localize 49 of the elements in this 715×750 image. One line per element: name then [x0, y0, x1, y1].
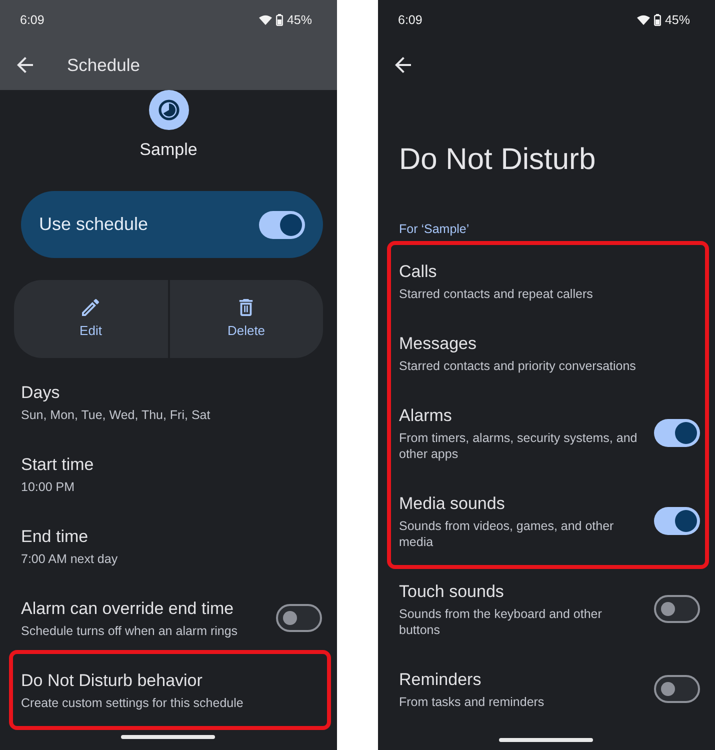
setting-description: Starred contacts and priority conversations: [399, 358, 637, 374]
toggle-switch[interactable]: [654, 507, 700, 535]
setting-title[interactable]: Do Not Disturb behavior: [21, 669, 322, 693]
setting-description: Sounds from the keyboard and other buttons: [399, 606, 603, 638]
setting-title[interactable]: Calls: [399, 260, 700, 284]
main-switch-card[interactable]: Use schedule: [21, 191, 323, 258]
page-title: Do Not Disturb: [399, 142, 597, 178]
setting-description: Create custom settings for this schedule: [21, 695, 244, 711]
battery-percent: 45%: [664, 13, 690, 27]
setting-description: Sounds from videos, games, and other media: [399, 518, 615, 550]
toggle-switch[interactable]: [654, 419, 700, 447]
delete-button[interactable]: Delete: [168, 280, 323, 358]
setting-title[interactable]: Touch sounds: [399, 580, 646, 604]
toggle-switch[interactable]: [259, 210, 305, 238]
back-arrow-icon[interactable]: [395, 57, 411, 73]
wifi-icon: [258, 15, 272, 25]
clock-icon: [148, 90, 188, 130]
back-arrow-icon[interactable]: [17, 57, 33, 73]
setting-description: From timers, alarms, security systems, and other apps: [399, 430, 638, 462]
setting-description: 7:00 AM next day: [21, 551, 119, 567]
setting-title[interactable]: Alarm can override end time: [21, 597, 268, 621]
setting-description: Starred contacts and repeat callers: [399, 286, 594, 302]
screen-title: Schedule: [67, 54, 140, 76]
status-time: 6:09: [20, 13, 44, 27]
battery-icon: [654, 14, 661, 26]
setting-title[interactable]: Days: [21, 381, 322, 405]
setting-title[interactable]: Start time: [21, 453, 322, 477]
setting-title[interactable]: Alarms: [399, 404, 646, 428]
wifi-icon: [636, 15, 650, 25]
setting-title[interactable]: End time: [21, 525, 322, 549]
setting-title[interactable]: Media sounds: [399, 492, 646, 516]
trash-icon: [239, 299, 254, 316]
pencil-icon: [82, 299, 100, 316]
battery-icon: [276, 14, 283, 26]
toggle-switch[interactable]: [654, 595, 700, 623]
setting-description: Sun, Mon, Tue, Wed, Thu, Fri, Sat: [21, 407, 212, 423]
setting-title[interactable]: Messages: [399, 332, 700, 356]
battery-percent: 45%: [286, 13, 312, 27]
setting-description: Schedule turns off when an alarm rings: [21, 623, 239, 639]
schedule-name: Sample: [140, 139, 198, 161]
edit-button[interactable]: Edit: [14, 280, 168, 358]
section-label: For ‘Sample’: [399, 221, 470, 238]
setting-title[interactable]: Reminders: [399, 668, 646, 692]
switch-label: Use schedule: [39, 214, 148, 235]
status-time: 6:09: [398, 13, 422, 27]
toggle-switch[interactable]: [276, 604, 322, 632]
setting-description: 10:00 PM: [21, 479, 76, 495]
setting-description: From tasks and reminders: [399, 694, 546, 710]
toggle-switch[interactable]: [654, 675, 700, 703]
